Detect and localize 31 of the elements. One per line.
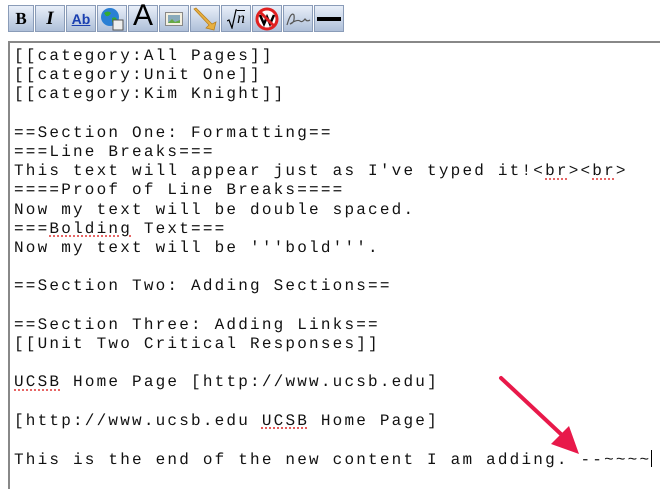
- wiki-text-line: UCSB Home Page [http://www.ucsb.edu]: [14, 373, 439, 393]
- wiki-text-line: This is the end of the new content I am adding. --~~~~: [14, 450, 652, 470]
- wiki-text-line: ==Section Three: Adding Links==: [14, 316, 380, 335]
- wiki-text-line: [[Unit Two Critical Responses]]: [14, 335, 380, 354]
- wiki-text-line: This text will appear just as I've typed it!<br><br>: [14, 162, 628, 182]
- wiki-text-line: [[category:Kim Knight]]: [14, 85, 286, 105]
- wiki-text-line: [[category:Unit One]]: [14, 66, 262, 86]
- wiki-text-line: Now my text will be '''bold'''.: [14, 239, 380, 258]
- wiki-text-line: [[category:All Pages]]: [14, 47, 274, 66]
- wiki-text-line: ====Proof of Line Breaks====: [14, 181, 344, 201]
- wiki-text-line: [http://www.ucsb.edu UCSB Home Page]: [14, 412, 439, 431]
- no-sign-icon: [255, 6, 279, 30]
- link-button[interactable]: Ab: [66, 5, 96, 32]
- math-button[interactable]: n: [221, 5, 251, 32]
- wiki-text-line: Now my text will be double spaced.: [14, 200, 416, 220]
- image-icon: [165, 12, 183, 26]
- wiki-text-line: ==Section Two: Adding Sections==: [14, 277, 392, 297]
- wiki-text-line: ===Bolding Text===: [14, 220, 226, 240]
- square-root-icon: [227, 8, 237, 28]
- horizontal-line-button[interactable]: [314, 5, 344, 32]
- italic-button[interactable]: I: [35, 5, 65, 32]
- globe-icon: [100, 6, 124, 30]
- bold-button[interactable]: B: [8, 5, 34, 32]
- headline-button[interactable]: A: [128, 5, 158, 32]
- external-link-button[interactable]: [97, 5, 127, 32]
- signature-button[interactable]: [283, 5, 313, 32]
- image-button[interactable]: [159, 5, 189, 32]
- wiki-text-line: ===Line Breaks===: [14, 143, 215, 162]
- wiki-text-line: ==Section One: Formatting==: [14, 124, 333, 143]
- nowiki-button[interactable]: [252, 5, 282, 32]
- media-button[interactable]: [190, 5, 220, 32]
